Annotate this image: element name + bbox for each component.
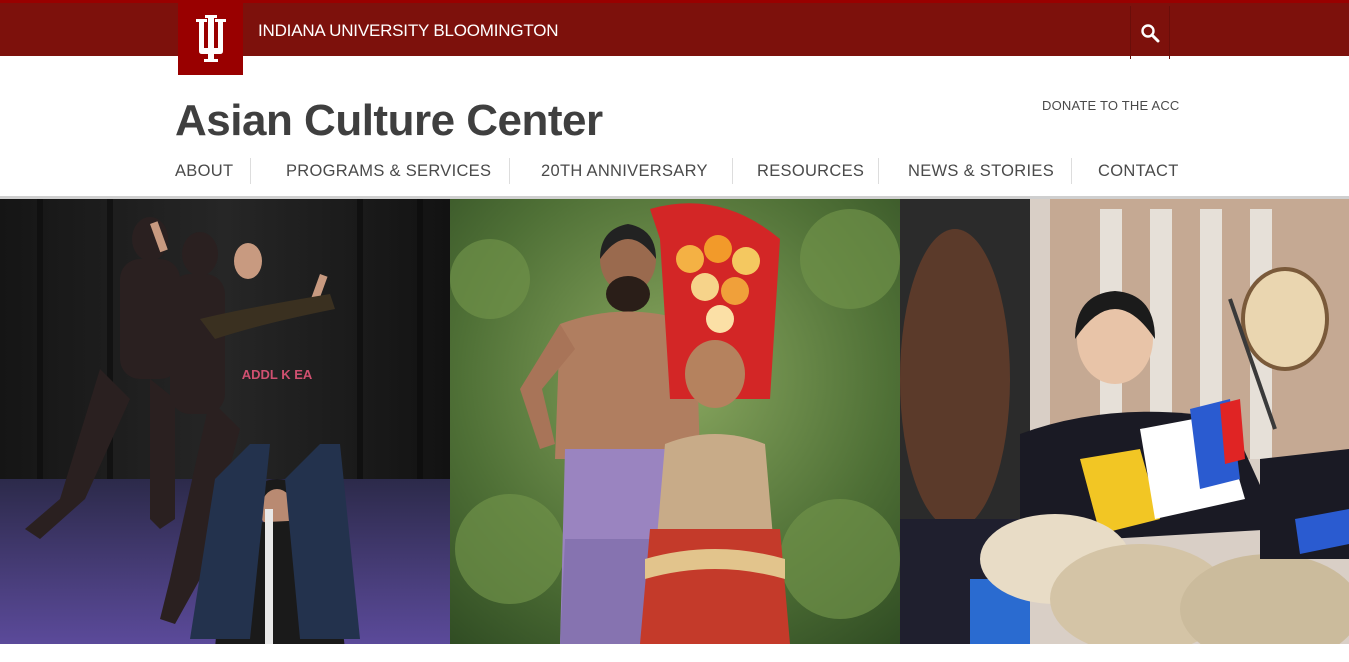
search-button[interactable] <box>1130 6 1170 59</box>
hero-image-strip: ADDL K EA <box>0 199 1349 644</box>
nav-item-resources[interactable]: RESOURCES <box>757 158 864 184</box>
nav-divider <box>509 158 510 184</box>
nav-item-contact[interactable]: CONTACT <box>1098 158 1179 184</box>
nav-divider <box>1071 158 1072 184</box>
hero-photo-drum[interactable] <box>900 199 1349 644</box>
main-navigation: ABOUT PROGRAMS & SERVICES 20TH ANNIVERSA… <box>175 158 1178 184</box>
nav-divider <box>878 158 879 184</box>
iu-logo[interactable] <box>178 0 243 75</box>
hero-photo-costume[interactable] <box>450 199 900 644</box>
hero-photo-dance[interactable]: ADDL K EA <box>0 199 450 644</box>
nav-item-20th-anniversary[interactable]: 20TH ANNIVERSARY <box>541 158 708 184</box>
donate-link[interactable]: DONATE TO THE ACC <box>1042 98 1180 113</box>
nav-item-news-stories[interactable]: NEWS & STORIES <box>908 158 1054 184</box>
nav-divider <box>250 158 251 184</box>
shirt-print: ADDL K EA <box>242 367 313 382</box>
search-icon <box>1141 23 1160 42</box>
nav-divider <box>732 158 733 184</box>
nav-item-programs-services[interactable]: PROGRAMS & SERVICES <box>286 158 491 184</box>
iu-trident-icon <box>195 14 226 62</box>
site-title[interactable]: Asian Culture Center <box>175 96 603 146</box>
university-name[interactable]: INDIANA UNIVERSITY BLOOMINGTON <box>258 21 559 41</box>
nav-item-about[interactable]: ABOUT <box>175 158 233 184</box>
